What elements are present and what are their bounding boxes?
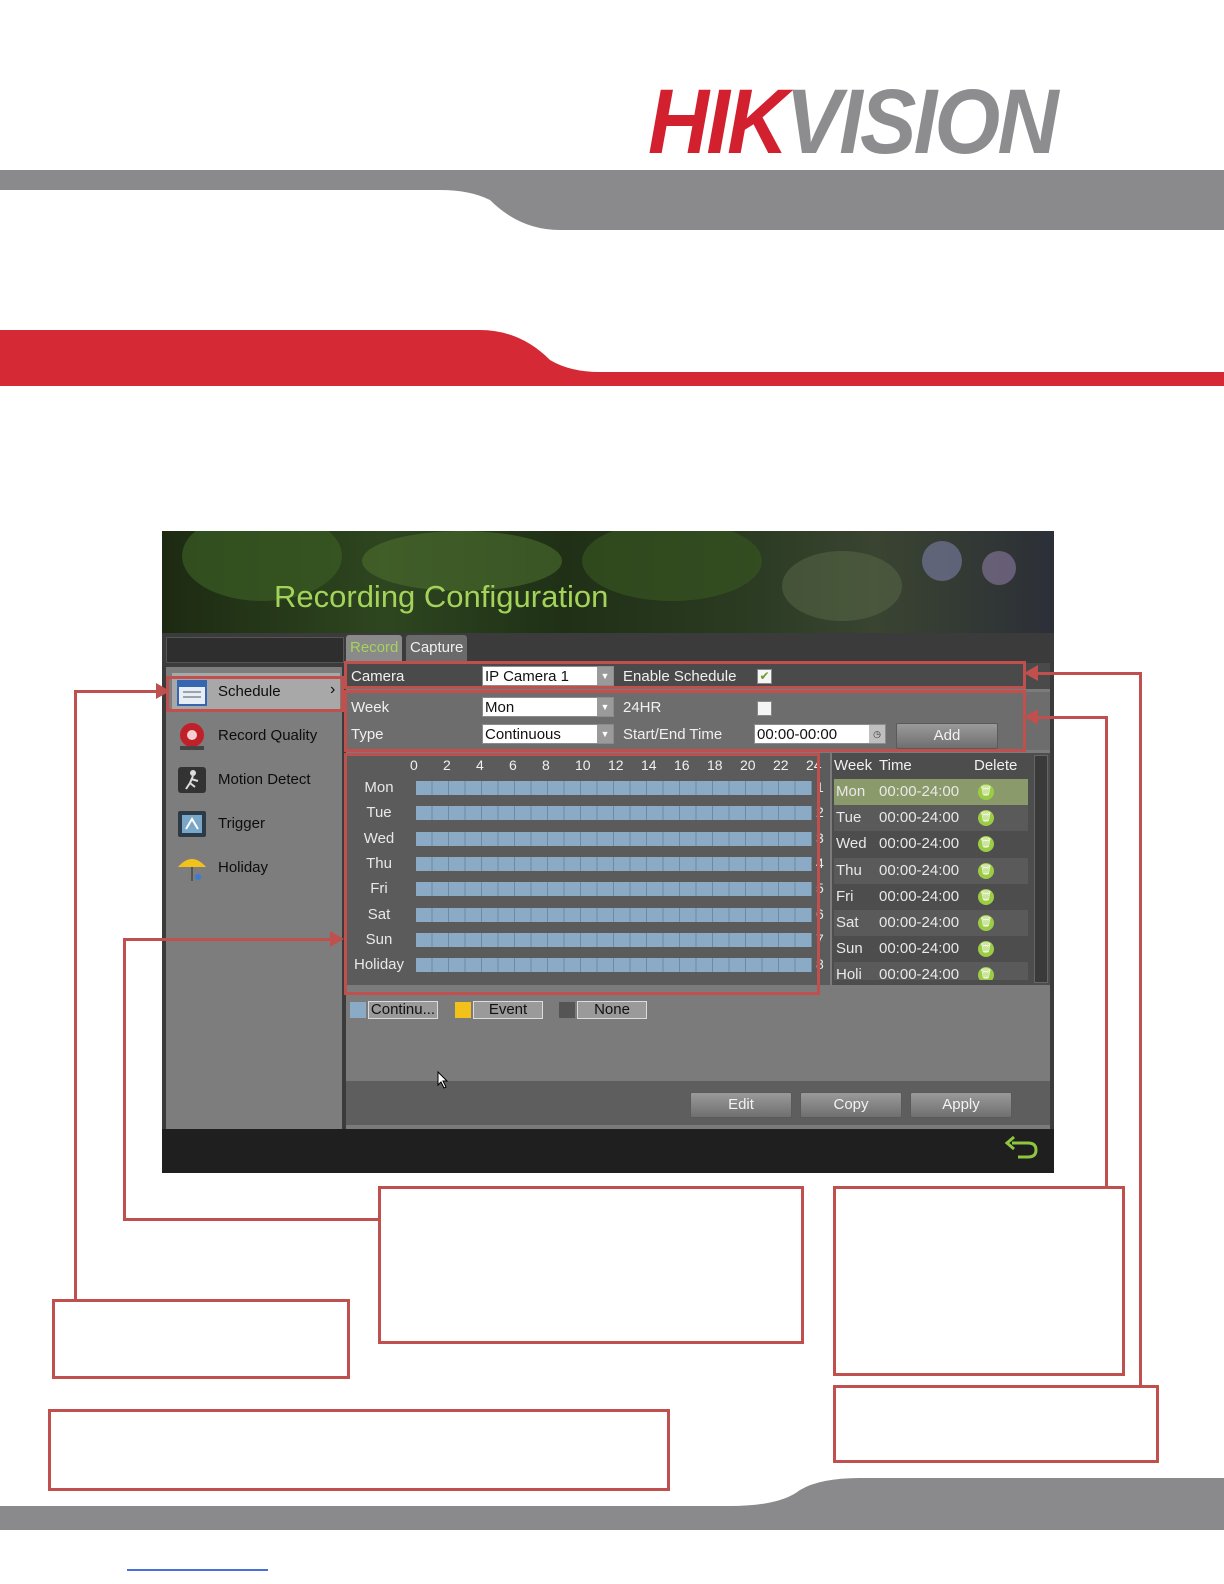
sidebar-item-motion-detect[interactable]: Motion Detect	[172, 761, 340, 799]
table-header-week: Week	[834, 757, 873, 774]
table-cell-week: Fri	[836, 887, 854, 905]
sidebar-item-label: Record Quality	[218, 727, 318, 744]
sidebar-item-holiday[interactable]: Holiday	[172, 849, 340, 887]
table-cell-week: Sat	[836, 914, 859, 931]
delete-icon[interactable]: 🗑	[978, 888, 994, 905]
callout-box-camera	[833, 1385, 1159, 1463]
mouse-cursor-icon	[437, 1071, 449, 1089]
annotation-highlight-settings	[344, 690, 1026, 752]
delete-icon[interactable]: 🗑	[978, 915, 994, 931]
delete-icon[interactable]: 🗑	[978, 862, 994, 879]
window-title: Recording Configuration	[274, 579, 609, 614]
arrow-head-icon	[330, 931, 344, 947]
tab-record[interactable]: Record	[346, 635, 403, 661]
connector-line	[123, 938, 126, 1220]
connector-line	[123, 938, 335, 941]
arrow-head-icon	[1024, 709, 1038, 725]
callout-box-settings	[833, 1186, 1125, 1376]
record-icon	[180, 723, 204, 750]
copy-button[interactable]: Copy	[800, 1092, 902, 1118]
table-cell-time: 00:00-24:00	[879, 783, 960, 800]
annotation-highlight-grid	[344, 753, 820, 995]
motion-icon	[178, 767, 206, 793]
table-cell-week: Wed	[836, 835, 867, 853]
table-row[interactable]: Tue 00:00-24:00 🗑	[834, 805, 1028, 832]
table-cell-time: 00:00-24:00	[879, 914, 960, 931]
connector-line	[1139, 672, 1142, 1386]
table-header-time: Time	[879, 757, 912, 774]
sidebar-item-label: Motion Detect	[218, 771, 311, 788]
delete-icon[interactable]: 🗑	[978, 784, 994, 800]
trigger-icon	[178, 811, 206, 837]
red-swoosh	[0, 330, 1224, 386]
table-cell-time: 00:00-24:00	[879, 887, 960, 905]
edit-button[interactable]: Edit	[690, 1092, 792, 1118]
annotation-highlight-camera-row	[344, 661, 1026, 689]
table-row[interactable]: Fri 00:00-24:00 🗑	[834, 883, 1028, 910]
table-row[interactable]: Sat 00:00-24:00 🗑	[834, 910, 1028, 936]
legend-none-swatch	[559, 1002, 575, 1018]
connector-line	[1105, 716, 1108, 1188]
table-header-delete: Delete	[974, 757, 1018, 774]
sidebar-item-label: Trigger	[218, 815, 265, 832]
callout-box-bottom	[48, 1409, 670, 1491]
tab-capture[interactable]: Capture	[406, 635, 468, 661]
table-cell-week: Sun	[836, 940, 863, 958]
table-row[interactable]: Mon 00:00-24:00 🗑	[834, 779, 1028, 805]
table-scrollbar[interactable]	[1034, 755, 1048, 983]
arrow-head-icon	[1024, 665, 1038, 681]
sidebar-item-label: Holiday	[218, 859, 269, 876]
legend-continuous-swatch	[350, 1002, 366, 1018]
legend-event-swatch	[455, 1002, 471, 1018]
table-cell-week: Thu	[836, 861, 862, 879]
table-cell-week: Tue	[836, 809, 862, 827]
table-row[interactable]: Sun 00:00-24:00 🗑	[834, 936, 1028, 963]
apply-button[interactable]: Apply	[910, 1092, 1012, 1118]
legend-continuous-label: Continu...	[368, 1001, 438, 1019]
connector-line	[74, 690, 77, 1300]
status-bar	[162, 1129, 1054, 1173]
annotation-highlight-schedule	[166, 676, 344, 712]
delete-icon[interactable]: 🗑	[978, 967, 994, 981]
delete-icon[interactable]: 🗑	[978, 810, 994, 827]
sidebar-item-record-quality[interactable]: Record Quality	[172, 717, 340, 755]
sidebar-item-trigger[interactable]: Trigger	[172, 805, 340, 843]
callout-box-grid	[378, 1186, 804, 1344]
connector-line	[1036, 716, 1108, 719]
table-cell-week: Mon	[836, 783, 866, 800]
gray-swoosh-top	[0, 170, 1224, 230]
table-cell-time: 00:00-24:00	[879, 835, 960, 853]
sidebar-header	[166, 637, 344, 663]
umbrella-icon	[178, 859, 206, 881]
table-cell-week: Holi	[836, 966, 862, 981]
legend-event-label: Event	[473, 1001, 543, 1019]
legend-none-label: None	[577, 1001, 647, 1019]
sidebar: Schedule › Record Quality Motion Detect …	[166, 667, 342, 1147]
connector-line	[74, 690, 166, 693]
table-cell-time: 00:00-24:00	[879, 940, 960, 958]
table-cell-time: 00:00-24:00	[879, 861, 960, 879]
delete-icon[interactable]: 🗑	[978, 836, 994, 853]
callout-box-schedule	[52, 1299, 350, 1379]
delete-icon[interactable]: 🗑	[978, 941, 994, 958]
table-row[interactable]: Holi 00:00-24:00 🗑	[834, 962, 1028, 981]
connector-line	[1036, 672, 1142, 675]
table-cell-time: 00:00-24:00	[879, 966, 960, 981]
table-cell-time: 00:00-24:00	[879, 809, 960, 827]
table-row[interactable]: Thu 00:00-24:00 🗑	[834, 857, 1028, 884]
connector-line	[123, 1218, 379, 1221]
back-arrow-icon[interactable]	[1004, 1133, 1040, 1161]
arrow-head-icon	[156, 683, 170, 699]
table-row[interactable]: Wed 00:00-24:00 🗑	[834, 831, 1028, 858]
